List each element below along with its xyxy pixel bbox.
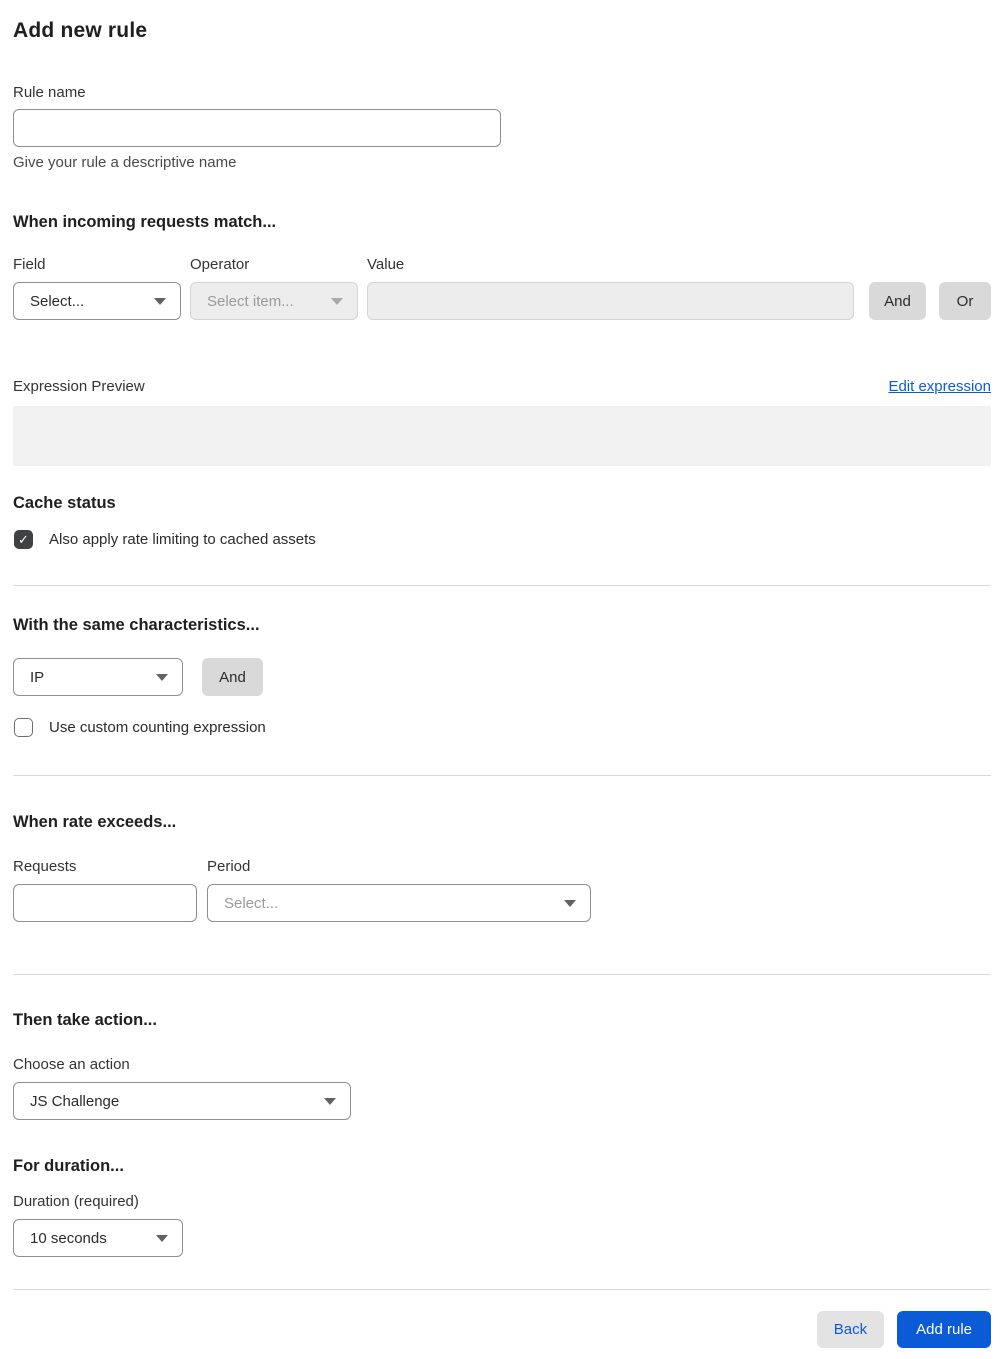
section-divider — [13, 585, 991, 586]
rule-name-input[interactable] — [13, 109, 501, 147]
rule-name-helper: Give your rule a descriptive name — [13, 154, 237, 171]
characteristics-select-value: IP — [30, 668, 45, 686]
requests-label: Requests — [13, 858, 77, 875]
custom-counting-checkbox-label: Use custom counting expression — [49, 719, 266, 736]
page-title: Add new rule — [13, 19, 148, 42]
characteristics-heading: With the same characteristics... — [13, 616, 260, 634]
chevron-down-icon — [154, 297, 166, 305]
match-section-heading: When incoming requests match... — [13, 213, 277, 231]
operator-label: Operator — [190, 256, 250, 273]
operator-select-placeholder: Select item... — [207, 292, 294, 310]
chevron-down-icon — [156, 673, 168, 681]
expression-preview-box — [13, 406, 991, 466]
expression-preview-label: Expression Preview — [13, 378, 145, 395]
chevron-down-icon — [156, 1234, 168, 1242]
section-divider — [13, 974, 991, 975]
section-divider — [13, 775, 991, 776]
period-select[interactable]: Select... — [207, 884, 591, 922]
duration-label: Duration (required) — [13, 1193, 139, 1210]
characteristics-and-button[interactable]: And — [202, 658, 263, 696]
action-label: Choose an action — [13, 1056, 130, 1073]
cached-assets-checkbox-label: Also apply rate limiting to cached asset… — [49, 531, 316, 548]
action-select[interactable]: JS Challenge — [13, 1082, 351, 1120]
chevron-down-icon — [564, 899, 576, 907]
field-select-value: Select... — [30, 292, 85, 310]
duration-select-value: 10 seconds — [30, 1229, 107, 1247]
period-label: Period — [207, 858, 251, 875]
duration-select[interactable]: 10 seconds — [13, 1219, 183, 1257]
rule-name-label: Rule name — [13, 84, 86, 101]
field-label: Field — [13, 256, 46, 273]
value-input[interactable] — [367, 282, 854, 320]
custom-counting-checkbox[interactable] — [14, 718, 33, 737]
action-heading: Then take action... — [13, 1011, 157, 1029]
and-button[interactable]: And — [869, 282, 926, 320]
period-select-placeholder: Select... — [224, 894, 279, 912]
action-select-value: JS Challenge — [30, 1092, 120, 1110]
edit-expression-link[interactable]: Edit expression — [888, 378, 991, 395]
chevron-down-icon — [324, 1097, 336, 1105]
characteristics-select[interactable]: IP — [13, 658, 183, 696]
field-select[interactable]: Select... — [13, 282, 181, 320]
duration-heading: For duration... — [13, 1157, 124, 1175]
footer-divider — [13, 1289, 991, 1290]
or-button[interactable]: Or — [939, 282, 991, 320]
operator-select[interactable]: Select item... — [190, 282, 358, 320]
value-label: Value — [367, 256, 405, 273]
cached-assets-checkbox[interactable]: ✓ — [14, 530, 33, 549]
add-rule-button[interactable]: Add rule — [897, 1311, 991, 1348]
requests-input[interactable] — [13, 884, 197, 922]
back-button[interactable]: Back — [816, 1311, 885, 1348]
rate-heading: When rate exceeds... — [13, 813, 177, 831]
chevron-down-icon — [331, 297, 343, 305]
checkmark-icon: ✓ — [18, 532, 29, 547]
cache-status-heading: Cache status — [13, 494, 116, 512]
add-rule-form: Add new rule Rule name Give your rule a … — [0, 19, 1002, 1348]
